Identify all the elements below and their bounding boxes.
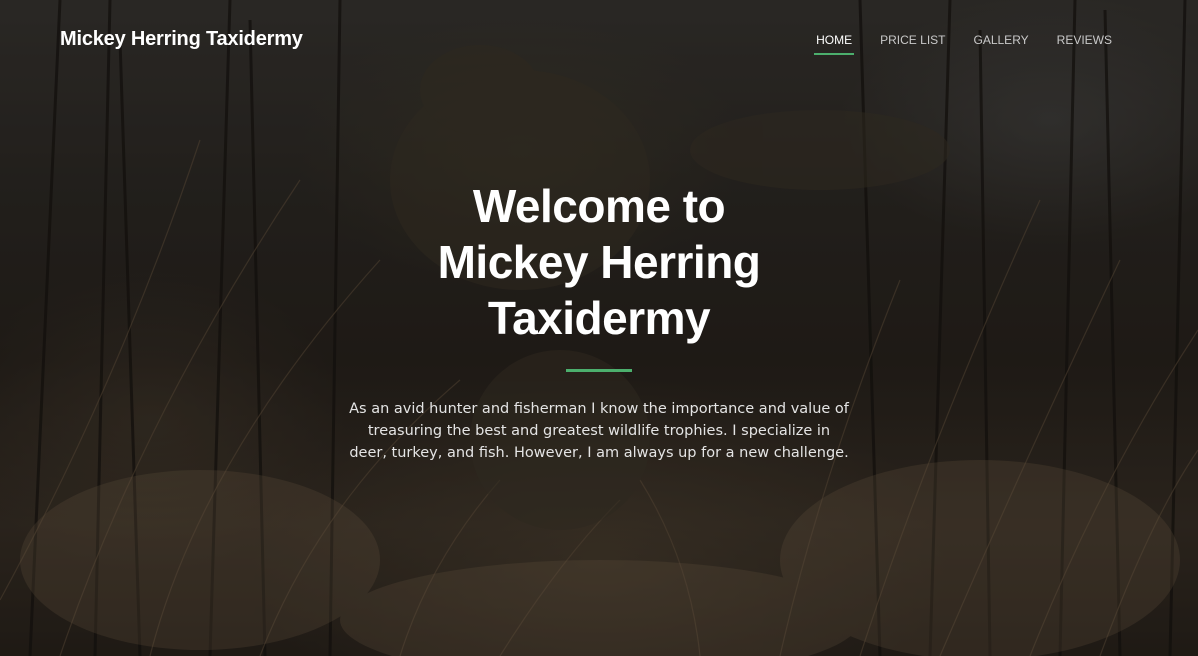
hero-title: Welcome to Mickey Herring Taxidermy (339, 178, 859, 346)
hero-section: Mickey Herring Taxidermy HOME PRICE LIST… (0, 0, 1198, 656)
nav-reviews-link[interactable]: REVIEWS (1057, 33, 1112, 55)
title-divider (566, 369, 632, 372)
brand-logo-link[interactable]: Mickey Herring Taxidermy (60, 28, 303, 51)
nav-home-link[interactable]: HOME (814, 33, 855, 55)
hero-title-line-3: Taxidermy (487, 292, 711, 344)
hero-content: Welcome to Mickey Herring Taxidermy As a… (0, 178, 1198, 464)
hero-description: As an avid hunter and fisherman I know t… (349, 401, 849, 461)
nav-price-list-link[interactable]: PRICE LIST (880, 33, 945, 55)
hero-title-line-1: Welcome to (472, 180, 726, 232)
top-navbar: Mickey Herring Taxidermy HOME PRICE LIST… (0, 0, 1198, 82)
hero-title-line-2: Mickey Herring (437, 236, 761, 288)
nav-menu: HOME PRICE LIST GALLERY REVIEWS (814, 33, 1112, 55)
nav-gallery-link[interactable]: GALLERY (974, 33, 1029, 55)
